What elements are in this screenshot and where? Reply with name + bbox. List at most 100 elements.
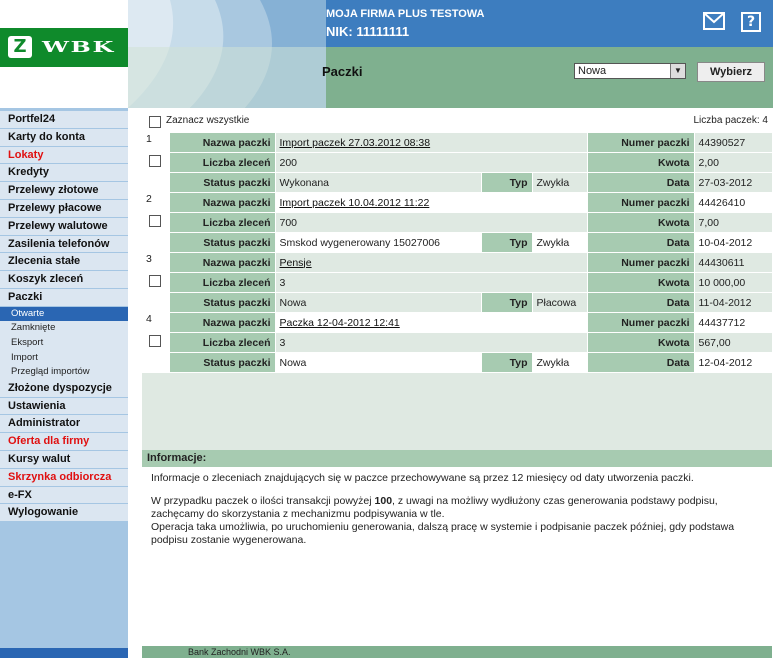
package-checkbox-cell[interactable] — [142, 212, 170, 233]
table-row: Status paczki Smskod wygenerowany 1502700… — [142, 232, 773, 253]
sidebar-subitem[interactable]: Otwarte — [0, 306, 128, 322]
package-name-link[interactable]: Pensje — [280, 257, 312, 269]
package-name: Pensje — [275, 252, 588, 273]
date-label: Data — [587, 292, 695, 313]
package-checkbox[interactable] — [149, 275, 161, 287]
spacer — [142, 172, 170, 193]
logo-text: WBK — [42, 38, 115, 56]
package-number: 44437712 — [694, 312, 773, 333]
date-label: Data — [587, 172, 695, 193]
package-checkbox[interactable] — [149, 215, 161, 227]
package-date: 11-04-2012 — [694, 292, 773, 313]
type-label: Typ — [481, 292, 533, 313]
amount-label: Kwota — [587, 212, 695, 233]
sidebar-item[interactable]: Wylogowanie — [0, 504, 128, 523]
type-label: Typ — [481, 172, 533, 193]
package-checkbox-cell[interactable] — [142, 272, 170, 293]
sidebar-item[interactable]: Ustawienia — [0, 397, 128, 416]
package-checkbox-cell[interactable] — [142, 152, 170, 173]
main-content: Zaznacz wszystkie Liczba paczek: 4 1 Nazw… — [142, 110, 773, 658]
orders-label: Liczba zleceń — [169, 212, 276, 233]
orders-label: Liczba zleceń — [169, 272, 276, 293]
page-title: Paczki — [322, 64, 363, 79]
table-row: Liczba zleceń 700 Kwota 7,00 — [142, 212, 773, 233]
info-paragraph: W przypadku paczek o ilości transakcji p… — [151, 495, 718, 520]
select-all-checkbox[interactable] — [149, 116, 161, 128]
package-checkbox[interactable] — [149, 155, 161, 167]
package-checkbox-cell[interactable] — [142, 332, 170, 353]
table-row: Status paczki Nowa Typ Zwykła Data 12-04-2012 — [142, 352, 773, 373]
sidebar-item[interactable]: Skrzynka odbiorcza — [0, 468, 128, 487]
spacer — [142, 292, 170, 313]
package-date: 10-04-2012 — [694, 232, 773, 253]
sidebar-item[interactable]: Kursy walut — [0, 450, 128, 469]
orders-count: 3 — [275, 332, 588, 353]
help-icon[interactable]: ? — [741, 12, 761, 32]
package-number: 44430611 — [694, 252, 773, 273]
orders-label: Liczba zleceń — [169, 332, 276, 353]
info-title: Informacje: — [142, 450, 772, 467]
package-date: 12-04-2012 — [694, 352, 773, 373]
package-number-label: Numer paczki — [587, 133, 695, 153]
orders-count: 700 — [275, 212, 588, 233]
select-button[interactable]: Wybierz — [697, 62, 765, 82]
type-label: Typ — [481, 352, 533, 373]
table-row: Liczba zleceń 3 Kwota 10 000,00 — [142, 272, 773, 293]
sidebar-item[interactable]: e-FX — [0, 486, 128, 505]
package-name-link[interactable]: Paczka 12-04-2012 12:41 — [280, 317, 400, 329]
company-nik: NIK: 11111111 — [326, 24, 410, 39]
package-checkbox[interactable] — [149, 335, 161, 347]
orders-count: 200 — [275, 152, 588, 173]
package-number-label: Numer paczki — [587, 252, 695, 273]
sidebar-item[interactable]: Przelewy płacowe — [0, 199, 128, 218]
sidebar-item[interactable]: Przelewy walutowe — [0, 217, 128, 236]
package-number: 44390527 — [694, 133, 773, 153]
sidebar-item[interactable]: Zasilenia telefonów — [0, 235, 128, 254]
sidebar-subitem[interactable]: Zamknięte — [0, 321, 128, 336]
package-date: 27-03-2012 — [694, 172, 773, 193]
package-name: Import paczek 27.03.2012 08:38 — [275, 133, 588, 153]
sidebar-subitem[interactable]: Eksport — [0, 335, 128, 351]
sidebar-item[interactable]: Złożone dyspozycje — [0, 379, 128, 398]
package-name-link[interactable]: Import paczek 27.03.2012 08:38 — [280, 137, 431, 149]
package-name-label: Nazwa paczki — [169, 312, 276, 333]
amount-label: Kwota — [587, 332, 695, 353]
date-label: Data — [587, 232, 695, 253]
package-name: Paczka 12-04-2012 12:41 — [275, 312, 588, 333]
sidebar-item[interactable]: Kredyty — [0, 164, 128, 183]
footer: Bank Zachodni WBK S.A. — [142, 646, 772, 658]
table-row: Status paczki Nowa Typ Płacowa Data 11-04-201… — [142, 292, 773, 313]
mail-icon[interactable] — [703, 12, 725, 30]
sidebar-subitem[interactable]: Import — [0, 350, 128, 366]
header: Z WBK MOJA FIRMA PLUS TESTOWA NIK: 11111… — [0, 0, 773, 108]
package-count: Liczba paczek: 4 — [693, 115, 769, 126]
sidebar-item[interactable]: Karty do konta — [0, 128, 128, 147]
chevron-down-icon[interactable]: ▼ — [670, 64, 685, 78]
package-index: 1 — [142, 133, 170, 153]
sidebar-item[interactable]: Zlecenia stałe — [0, 253, 128, 272]
sidebar-item[interactable]: Koszyk zleceń — [0, 271, 128, 289]
table-row: Liczba zleceń 200 Kwota 2,00 — [142, 152, 773, 173]
package-number-label: Numer paczki — [587, 192, 695, 213]
sidebar-item[interactable]: Przelewy złotowe — [0, 182, 128, 200]
logo-mark-icon: Z — [8, 36, 32, 58]
status-label: Status paczki — [169, 352, 276, 373]
info-paragraph: Informacje o zleceniach znajdujących się… — [151, 472, 694, 484]
status-label: Status paczki — [169, 292, 276, 313]
sidebar-item[interactable]: Portfel24 — [0, 111, 128, 129]
sidebar-item[interactable]: Administrator — [0, 415, 128, 434]
package-index: 2 — [142, 192, 170, 213]
amount-label: Kwota — [587, 272, 695, 293]
package-type: Płacowa — [532, 292, 588, 313]
package-name-label: Nazwa paczki — [169, 252, 276, 273]
type-label: Typ — [481, 232, 533, 253]
sidebar-item[interactable]: Paczki — [0, 288, 128, 307]
amount-label: Kwota — [587, 152, 695, 173]
sidebar-item[interactable]: Lokaty — [0, 146, 128, 165]
package-type: Zwykła — [532, 232, 588, 253]
sidebar-subitem[interactable]: Przegląd importów — [0, 365, 128, 380]
sidebar-item[interactable]: Oferta dla firmy — [0, 433, 128, 451]
orders-label: Liczba zleceń — [169, 152, 276, 173]
status-select[interactable]: Nowa ▼ — [574, 63, 686, 79]
package-name-link[interactable]: Import paczek 10.04.2012 11:22 — [280, 197, 430, 209]
